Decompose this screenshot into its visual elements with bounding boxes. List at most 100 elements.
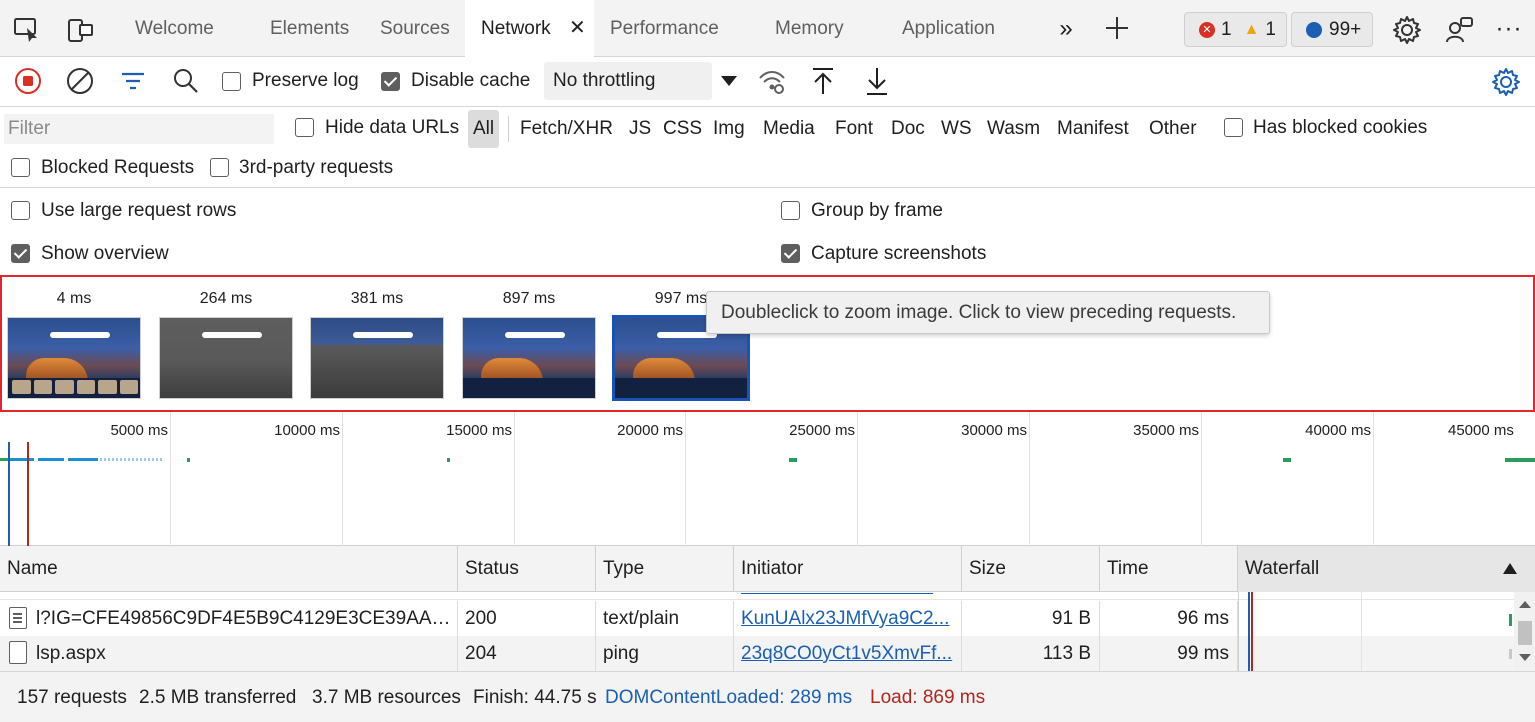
column-header-type[interactable]: Type: [596, 546, 734, 592]
filter-type-other[interactable]: Other: [1149, 118, 1197, 140]
text-file-icon: [9, 607, 27, 629]
capture-screenshots-checkbox[interactable]: [781, 244, 800, 263]
tab-elements[interactable]: Elements: [270, 0, 349, 57]
request-table-header: Name Status Type Initiator Size Time Wat…: [0, 546, 1535, 592]
filter-type-media[interactable]: Media: [763, 118, 815, 140]
column-header-status[interactable]: Status: [458, 546, 596, 592]
overview-activity: [0, 458, 8, 461]
inspect-element-icon[interactable]: [12, 16, 42, 44]
overview-activity: [1283, 458, 1291, 462]
filter-type-img[interactable]: Img: [713, 118, 745, 140]
vertical-scrollbar[interactable]: [1514, 592, 1535, 671]
tab-memory[interactable]: Memory: [775, 0, 844, 57]
column-header-waterfall[interactable]: Waterfall: [1238, 546, 1535, 592]
filter-type-js[interactable]: JS: [629, 118, 651, 140]
messages-counter[interactable]: 99+: [1291, 12, 1373, 47]
import-har-icon[interactable]: [809, 66, 837, 96]
column-header-initiator[interactable]: Initiator: [734, 546, 962, 592]
preserve-log-checkbox[interactable]: [222, 72, 241, 91]
settings-gear-icon[interactable]: [1391, 14, 1423, 46]
has-blocked-cookies-checkbox[interactable]: [1224, 118, 1243, 137]
filter-type-manifest[interactable]: Manifest: [1057, 118, 1129, 140]
group-by-frame-checkbox[interactable]: [781, 201, 800, 220]
issues-counter[interactable]: ✕ 1 ▲ 1: [1184, 12, 1287, 47]
scrollbar-thumb[interactable]: [1518, 621, 1532, 645]
hide-data-urls-checkbox[interactable]: [295, 118, 314, 137]
tick-label: 30000 ms: [961, 422, 1027, 439]
request-table-body: l?IG=CFE49856C9DF4E5B9C4129E3CE39AA9E...…: [0, 592, 1535, 671]
filter-type-all[interactable]: All: [468, 110, 500, 148]
tab-welcome[interactable]: Welcome: [135, 0, 214, 57]
more-options-icon[interactable]: ···: [1494, 14, 1524, 44]
tab-performance[interactable]: Performance: [610, 0, 719, 57]
cell-time: 99 ms: [1100, 636, 1238, 671]
warning-icon: ▲: [1243, 20, 1260, 38]
large-rows-label: Use large request rows: [41, 200, 237, 221]
network-summary-bar: 157 requests 2.5 MB transferred 3.7 MB r…: [0, 671, 1535, 722]
search-icon[interactable]: [171, 67, 201, 95]
more-tabs-icon[interactable]: »: [1053, 14, 1079, 44]
column-header-name[interactable]: Name: [0, 546, 458, 592]
waterfall-bar: [1509, 649, 1512, 659]
third-party-requests-checkbox[interactable]: [210, 158, 229, 177]
overview-activity: [100, 458, 164, 461]
overview-timeline[interactable]: 5000 ms 10000 ms 15000 ms 20000 ms 25000…: [0, 412, 1535, 546]
scroll-up-arrow-icon[interactable]: [1519, 601, 1531, 608]
screenshot-thumbnail[interactable]: [7, 317, 141, 399]
column-header-time[interactable]: Time: [1100, 546, 1238, 592]
tab-network[interactable]: Network ✕: [465, 0, 594, 57]
error-count: 1: [1221, 18, 1232, 40]
screenshot-time: 264 ms: [199, 290, 253, 307]
cell-size: 113 B: [962, 636, 1100, 671]
close-tab-icon[interactable]: ✕: [569, 0, 586, 57]
group-by-frame-label: Group by frame: [811, 200, 943, 221]
grid-line: [170, 412, 171, 546]
filter-icon[interactable]: [118, 67, 148, 95]
filter-type-ws[interactable]: WS: [941, 118, 972, 140]
cell-size: 91 B: [962, 601, 1100, 636]
sort-ascending-icon[interactable]: [1503, 563, 1517, 574]
feedback-icon[interactable]: [1443, 14, 1475, 46]
filter-input[interactable]: [4, 114, 274, 144]
disable-cache-checkbox[interactable]: [381, 72, 400, 91]
load-marker: [27, 442, 29, 546]
screenshot-thumbnail[interactable]: [310, 317, 444, 399]
show-overview-checkbox[interactable]: [11, 244, 30, 263]
screenshot-thumbnail[interactable]: [159, 317, 293, 399]
tab-application[interactable]: Application: [902, 0, 995, 57]
overview-activity: [1505, 458, 1535, 462]
scroll-down-arrow-icon[interactable]: [1519, 654, 1531, 661]
screenshot-time: 897 ms: [502, 290, 556, 307]
cell-initiator-link[interactable]: KunUAlx23JMfVya9C2...: [734, 601, 962, 636]
waterfall-dcl-line: [1248, 592, 1250, 671]
blocked-requests-checkbox[interactable]: [11, 158, 30, 177]
load-time: Load: 869 ms: [870, 687, 986, 708]
filter-type-wasm[interactable]: Wasm: [987, 118, 1040, 140]
clear-log-icon[interactable]: [66, 67, 94, 95]
tick-label: 35000 ms: [1133, 422, 1199, 439]
device-emulation-icon[interactable]: [64, 16, 96, 44]
screenshot-thumbnail[interactable]: [462, 317, 596, 399]
throttling-dropdown-icon[interactable]: [718, 71, 740, 91]
tab-sources[interactable]: Sources: [380, 0, 450, 57]
filter-type-fetch-xhr[interactable]: Fetch/XHR: [520, 118, 613, 140]
overview-activity: [38, 458, 64, 461]
overview-activity: [10, 458, 34, 461]
record-stop-icon[interactable]: [14, 67, 42, 95]
resources-size: 3.7 MB resources: [312, 687, 461, 708]
column-header-size[interactable]: Size: [962, 546, 1100, 592]
filter-type-doc[interactable]: Doc: [891, 118, 925, 140]
export-har-icon[interactable]: [863, 66, 891, 96]
cell-status: 204: [458, 636, 596, 671]
tab-network-label: Network: [481, 18, 551, 39]
large-rows-checkbox[interactable]: [11, 201, 30, 220]
throttling-select[interactable]: No throttling: [544, 62, 712, 100]
filter-type-css[interactable]: CSS: [663, 118, 702, 140]
tick-label: 15000 ms: [446, 422, 512, 439]
cell-initiator-link[interactable]: 23q8CO0yCt1v5XmvFf...: [734, 636, 962, 671]
add-tab-icon[interactable]: [1102, 13, 1132, 43]
show-overview-label: Show overview: [41, 243, 169, 264]
network-conditions-icon[interactable]: [757, 67, 787, 95]
network-settings-icon[interactable]: [1490, 66, 1522, 98]
filter-type-font[interactable]: Font: [835, 118, 873, 140]
